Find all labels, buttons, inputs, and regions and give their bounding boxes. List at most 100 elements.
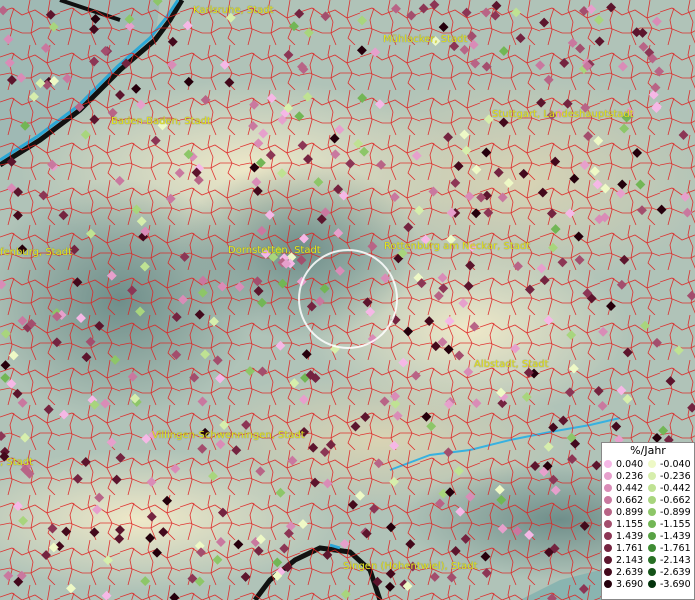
- measurement-point[interactable]: [0, 431, 7, 442]
- measurement-point[interactable]: [463, 281, 474, 292]
- measurement-point[interactable]: [367, 241, 378, 252]
- measurement-point[interactable]: [20, 432, 30, 443]
- measurement-point[interactable]: [208, 471, 218, 482]
- measurement-point[interactable]: [521, 392, 532, 402]
- measurement-point[interactable]: [303, 154, 313, 165]
- measurement-point[interactable]: [593, 386, 604, 396]
- measurement-point[interactable]: [374, 99, 385, 110]
- measurement-point[interactable]: [272, 557, 283, 568]
- measurement-point[interactable]: [85, 336, 96, 347]
- measurement-point[interactable]: [339, 538, 350, 549]
- measurement-point[interactable]: [0, 360, 11, 371]
- measurement-point[interactable]: [565, 208, 575, 219]
- measurement-point[interactable]: [550, 224, 561, 235]
- measurement-point[interactable]: [330, 149, 341, 160]
- measurement-point[interactable]: [665, 376, 676, 387]
- measurement-point[interactable]: [463, 366, 474, 377]
- measurement-point[interactable]: [433, 290, 444, 301]
- measurement-point[interactable]: [391, 3, 401, 14]
- measurement-point[interactable]: [298, 394, 309, 405]
- measurement-point[interactable]: [546, 208, 557, 219]
- measurement-point[interactable]: [4, 57, 15, 68]
- measurement-point[interactable]: [583, 131, 594, 142]
- measurement-point[interactable]: [539, 275, 550, 286]
- measurement-point[interactable]: [385, 581, 395, 592]
- measurement-point[interactable]: [170, 463, 181, 474]
- measurement-point[interactable]: [673, 345, 684, 356]
- measurement-point[interactable]: [241, 419, 252, 430]
- measurement-point[interactable]: [606, 2, 617, 13]
- measurement-point[interactable]: [189, 372, 200, 383]
- measurement-point[interactable]: [89, 114, 100, 125]
- measurement-point[interactable]: [89, 56, 100, 67]
- measurement-point[interactable]: [212, 355, 223, 366]
- measurement-point[interactable]: [308, 442, 319, 453]
- measurement-point[interactable]: [139, 261, 150, 272]
- measurement-point[interactable]: [355, 490, 366, 501]
- measurement-point[interactable]: [652, 337, 662, 348]
- measurement-point[interactable]: [651, 16, 662, 27]
- measurement-point[interactable]: [121, 58, 132, 69]
- measurement-point[interactable]: [29, 91, 39, 102]
- measurement-point[interactable]: [466, 31, 477, 42]
- measurement-point[interactable]: [640, 320, 651, 331]
- measurement-point[interactable]: [106, 437, 117, 448]
- measurement-point[interactable]: [616, 279, 627, 290]
- measurement-point[interactable]: [131, 204, 142, 215]
- measurement-point[interactable]: [131, 83, 142, 94]
- measurement-point[interactable]: [390, 391, 401, 402]
- measurement-point[interactable]: [405, 539, 416, 550]
- measurement-point[interactable]: [90, 13, 101, 24]
- measurement-point[interactable]: [611, 421, 622, 432]
- measurement-point[interactable]: [515, 33, 526, 44]
- measurement-point[interactable]: [66, 583, 76, 594]
- measurement-point[interactable]: [255, 466, 266, 477]
- measurement-point[interactable]: [550, 485, 561, 496]
- measurement-point[interactable]: [152, 547, 162, 558]
- measurement-point[interactable]: [464, 191, 475, 202]
- measurement-point[interactable]: [233, 539, 244, 550]
- measurement-point[interactable]: [322, 549, 333, 560]
- measurement-point[interactable]: [414, 205, 425, 216]
- measurement-point[interactable]: [426, 421, 437, 432]
- measurement-point[interactable]: [469, 321, 480, 332]
- measurement-point[interactable]: [111, 474, 122, 485]
- measurement-point[interactable]: [543, 441, 554, 452]
- measurement-point[interactable]: [350, 421, 361, 432]
- measurement-point[interactable]: [18, 515, 29, 526]
- measurement-point[interactable]: [72, 277, 83, 288]
- measurement-point[interactable]: [43, 404, 54, 415]
- measurement-point[interactable]: [277, 278, 288, 289]
- measurement-point[interactable]: [593, 135, 604, 146]
- measurement-point[interactable]: [564, 387, 575, 398]
- measurement-point[interactable]: [471, 164, 482, 175]
- measurement-point[interactable]: [357, 93, 368, 104]
- measurement-point[interactable]: [115, 452, 126, 463]
- selection-circle[interactable]: [298, 249, 398, 349]
- measurement-point[interactable]: [289, 378, 300, 389]
- measurement-point[interactable]: [543, 315, 554, 326]
- measurement-point[interactable]: [411, 150, 422, 161]
- measurement-point[interactable]: [41, 550, 52, 561]
- measurement-point[interactable]: [215, 373, 225, 384]
- measurement-point[interactable]: [537, 187, 548, 198]
- measurement-point[interactable]: [503, 178, 514, 188]
- measurement-point[interactable]: [454, 350, 465, 361]
- measurement-point[interactable]: [493, 167, 504, 178]
- measurement-point[interactable]: [369, 503, 380, 514]
- measurement-point[interactable]: [619, 123, 630, 134]
- measurement-point[interactable]: [329, 133, 340, 144]
- measurement-point[interactable]: [45, 9, 56, 20]
- measurement-point[interactable]: [524, 529, 535, 540]
- measurement-point[interactable]: [171, 312, 182, 323]
- measurement-point[interactable]: [61, 526, 72, 537]
- measurement-point[interactable]: [637, 27, 648, 38]
- measurement-point[interactable]: [277, 168, 287, 179]
- measurement-point[interactable]: [89, 527, 100, 538]
- measurement-point[interactable]: [465, 491, 476, 502]
- measurement-point[interactable]: [637, 205, 647, 216]
- measurement-point[interactable]: [245, 366, 255, 377]
- measurement-point[interactable]: [209, 316, 219, 327]
- measurement-point[interactable]: [296, 255, 307, 266]
- measurement-point[interactable]: [543, 74, 554, 85]
